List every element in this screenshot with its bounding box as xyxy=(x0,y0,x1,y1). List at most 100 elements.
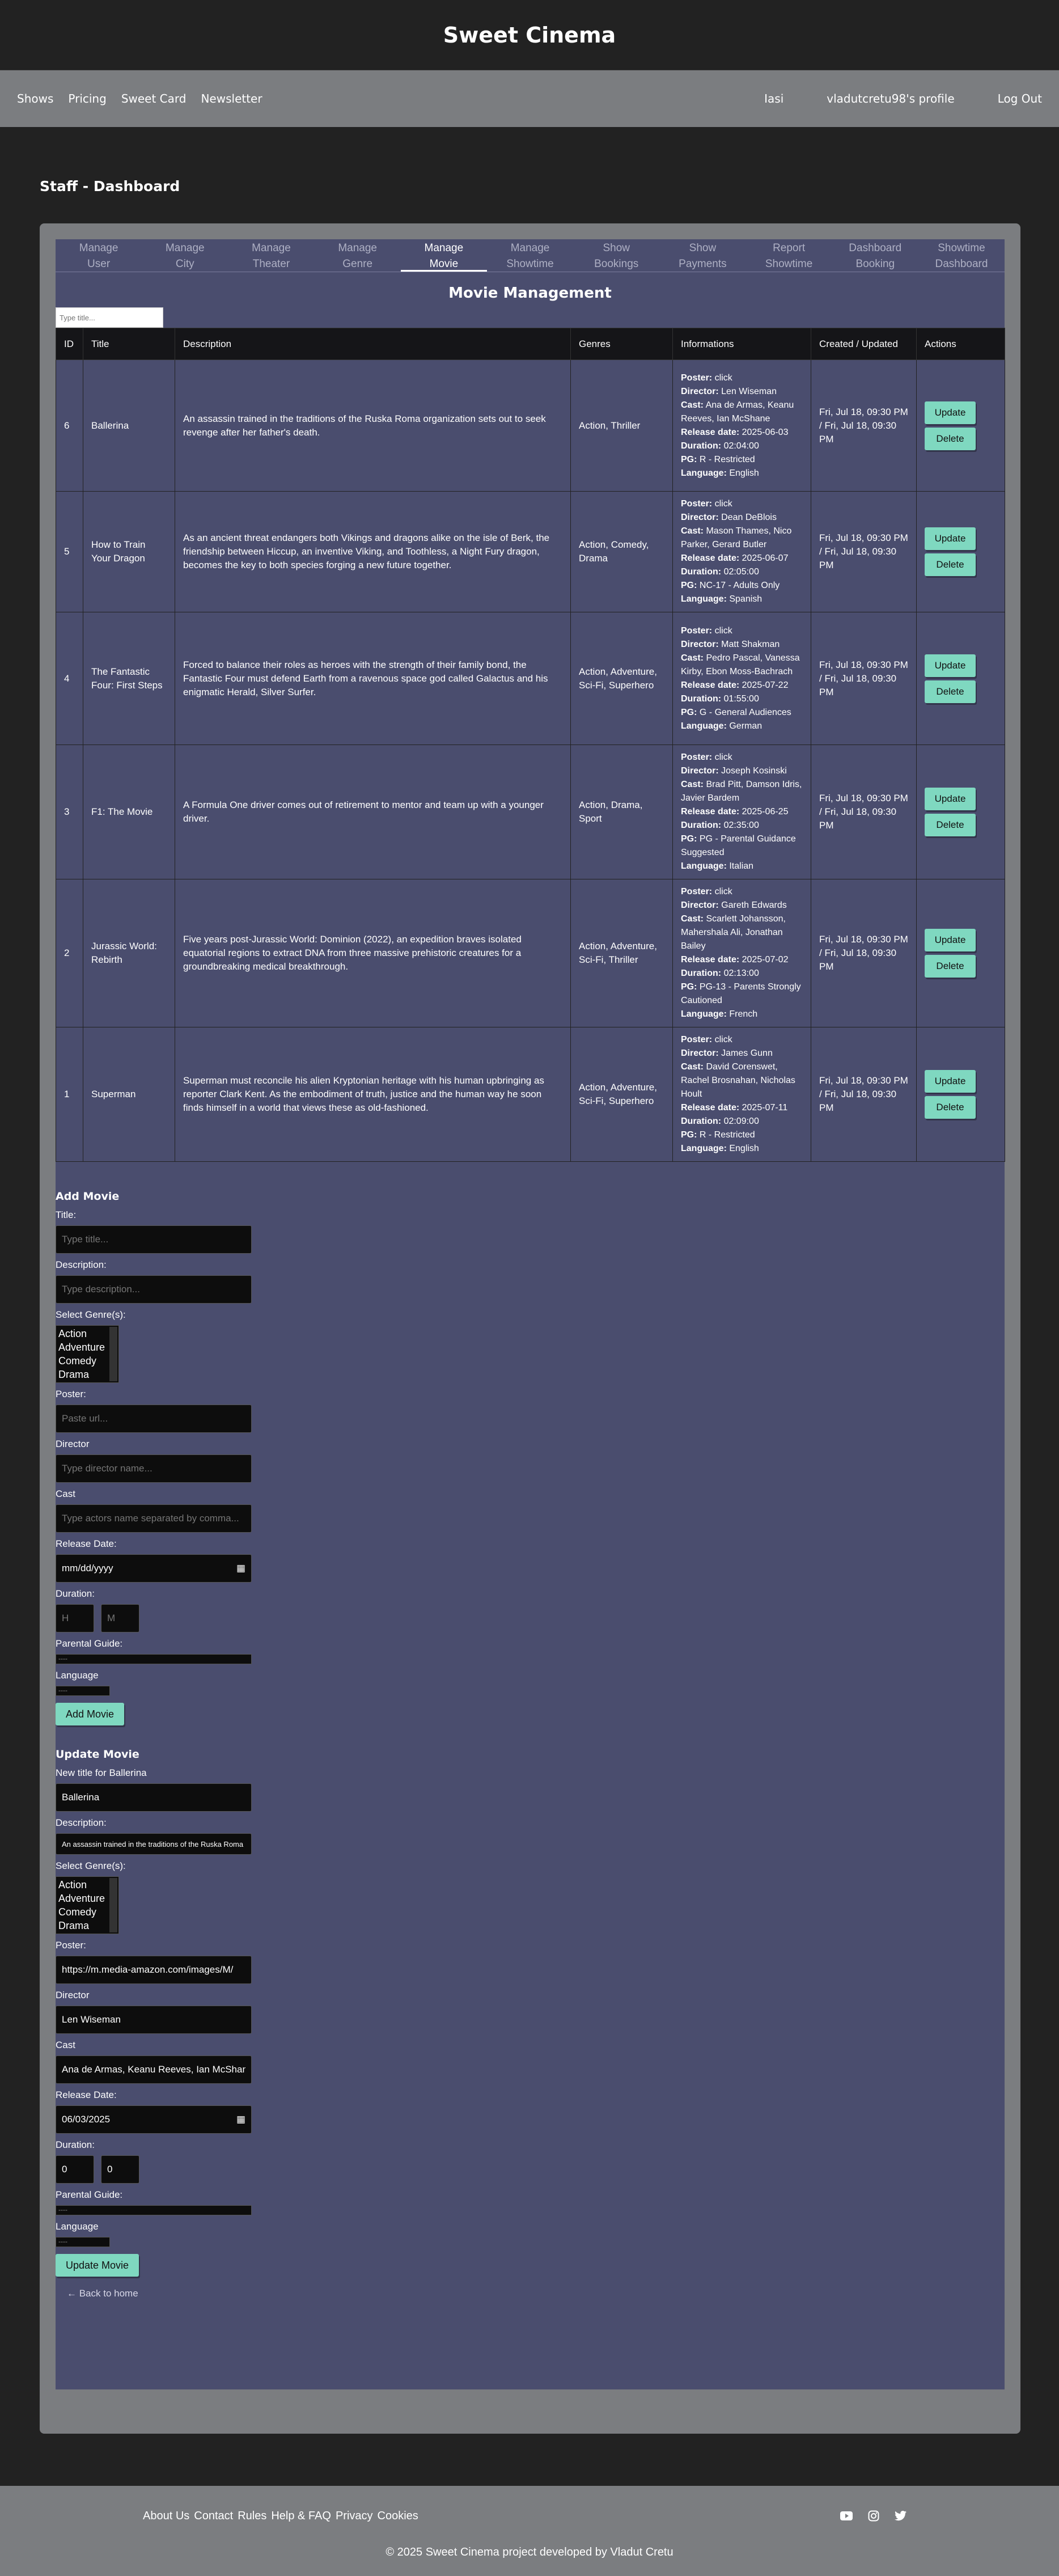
footer-cookies-link[interactable]: Cookies xyxy=(378,2510,418,2523)
genre-option[interactable]: Adventure xyxy=(58,1340,116,1354)
genre-option[interactable]: Adventure xyxy=(58,1892,116,1905)
update-button[interactable]: Update xyxy=(925,929,976,951)
update-button[interactable]: Update xyxy=(925,654,976,677)
footer-privacy-link[interactable]: Privacy xyxy=(336,2510,373,2523)
add-genre-select[interactable]: Action Adventure Comedy Drama xyxy=(56,1325,119,1383)
update-button[interactable]: Update xyxy=(925,527,976,550)
add-movie-button[interactable]: Add Movie xyxy=(56,1703,125,1725)
add-title-input[interactable] xyxy=(56,1225,252,1254)
nav-profile[interactable]: vladutcretu98's profile xyxy=(827,92,954,105)
footer-help-link[interactable]: Help & FAQ xyxy=(271,2510,331,2523)
genre-option[interactable]: Action xyxy=(58,1878,116,1892)
nav-logout[interactable]: Log Out xyxy=(998,92,1042,105)
genre-scrollbar[interactable] xyxy=(109,1878,117,1932)
info-value[interactable]: click xyxy=(715,626,732,636)
genre-option[interactable]: Action xyxy=(58,1327,116,1340)
genre-scrollbar[interactable] xyxy=(109,1327,117,1381)
calendar-icon[interactable]: ▦ xyxy=(236,1563,245,1574)
info-value[interactable]: click xyxy=(715,752,732,762)
delete-button[interactable]: Delete xyxy=(925,955,976,978)
footer-rules-link[interactable]: Rules xyxy=(238,2510,266,2523)
nav-city[interactable]: Iasi xyxy=(764,92,783,105)
release-date-value: 06/03/2025 xyxy=(62,2114,111,2125)
genre-option[interactable]: Drama xyxy=(58,1919,116,1932)
tab-show-payments[interactable]: Show Payments xyxy=(659,239,745,272)
update-button[interactable]: Update xyxy=(925,788,976,810)
info-value[interactable]: click xyxy=(715,1035,732,1044)
tab-show-bookings[interactable]: Show Bookings xyxy=(573,239,659,272)
genre-option[interactable]: Drama xyxy=(58,1368,116,1381)
tab-manage-theater[interactable]: Manage Theater xyxy=(228,239,314,272)
cell-title: F1: The Movie xyxy=(83,745,175,879)
update-release-date-input[interactable]: 06/03/2025 ▦ xyxy=(56,2105,252,2134)
info-value[interactable]: click xyxy=(715,373,732,383)
update-poster-input[interactable] xyxy=(56,1956,252,1984)
info-line-release: Release date: 2025-07-02 xyxy=(681,953,803,967)
delete-button[interactable]: Delete xyxy=(925,680,976,703)
calendar-icon[interactable]: ▦ xyxy=(236,2114,245,2125)
info-value[interactable]: click xyxy=(715,887,732,896)
tab-manage-genre[interactable]: Manage Genre xyxy=(315,239,401,272)
add-cast-input[interactable] xyxy=(56,1504,252,1533)
info-line-duration: Duration: 02:05:00 xyxy=(681,565,803,579)
update-hours-input[interactable] xyxy=(56,2155,94,2184)
delete-button[interactable]: Delete xyxy=(925,814,976,836)
update-title-input[interactable] xyxy=(56,1783,252,1812)
tab-dashboard-booking[interactable]: Dashboard Booking xyxy=(832,239,918,272)
title-filter-input[interactable] xyxy=(56,307,163,328)
tab-manage-user[interactable]: Manage User xyxy=(56,239,142,272)
info-label: Duration: xyxy=(681,441,722,451)
add-director-input[interactable] xyxy=(56,1454,252,1483)
nav-newsletter[interactable]: Newsletter xyxy=(201,92,262,105)
update-cast-input[interactable] xyxy=(56,2055,252,2084)
delete-button[interactable]: Delete xyxy=(925,1096,976,1119)
tab-label-line1: Manage xyxy=(165,242,205,254)
cell-id: 5 xyxy=(56,491,83,612)
nav-pricing[interactable]: Pricing xyxy=(68,92,106,105)
info-line-poster[interactable]: Poster: click xyxy=(681,371,803,385)
update-movie-heading: Update Movie xyxy=(56,1748,139,1761)
add-poster-input[interactable] xyxy=(56,1405,252,1433)
brand-title[interactable]: Sweet Cinema xyxy=(443,23,616,48)
info-line-poster[interactable]: Poster: click xyxy=(681,624,803,638)
info-label: Language: xyxy=(681,1009,727,1019)
tab-manage-movie[interactable]: Manage Movie xyxy=(400,239,487,272)
instagram-icon[interactable] xyxy=(867,2510,880,2522)
tab-showtime-dashboard[interactable]: Showtime Dashboard xyxy=(918,239,1005,272)
update-button[interactable]: Update xyxy=(925,1070,976,1093)
nav-shows[interactable]: Shows xyxy=(17,92,53,105)
genre-option[interactable]: Comedy xyxy=(58,1354,116,1368)
update-minutes-input[interactable] xyxy=(101,2155,139,2184)
tab-manage-showtime[interactable]: Manage Showtime xyxy=(487,239,573,272)
update-director-input[interactable] xyxy=(56,2006,252,2034)
nav-sweet-card[interactable]: Sweet Card xyxy=(121,92,187,105)
tab-report-showtime[interactable]: Report Showtime xyxy=(746,239,832,272)
add-release-date-input[interactable]: mm/dd/yyyy ▦ xyxy=(56,1554,252,1583)
delete-button[interactable]: Delete xyxy=(925,427,976,450)
update-language-select[interactable]: ---- xyxy=(56,2237,110,2247)
youtube-icon[interactable] xyxy=(840,2510,853,2522)
update-description-input[interactable] xyxy=(56,1833,252,1855)
info-line-poster[interactable]: Poster: click xyxy=(681,497,803,511)
add-language-select[interactable]: ---- xyxy=(56,1686,110,1696)
info-line-poster[interactable]: Poster: click xyxy=(681,885,803,899)
genre-option[interactable]: Comedy xyxy=(58,1905,116,1919)
add-description-input[interactable] xyxy=(56,1275,252,1304)
add-pg-select[interactable]: ---- xyxy=(56,1654,252,1664)
update-genre-select[interactable]: Action Adventure Comedy Drama xyxy=(56,1876,119,1934)
tab-manage-city[interactable]: Manage City xyxy=(142,239,228,272)
delete-button[interactable]: Delete xyxy=(925,553,976,576)
back-to-home-link[interactable]: ← Back to home xyxy=(67,2288,1005,2299)
footer-contact-link[interactable]: Contact xyxy=(194,2510,233,2523)
twitter-icon[interactable] xyxy=(895,2510,907,2522)
update-pg-select[interactable]: ---- xyxy=(56,2205,252,2215)
info-line-poster[interactable]: Poster: click xyxy=(681,1033,803,1047)
info-value[interactable]: click xyxy=(715,499,732,509)
add-minutes-input[interactable] xyxy=(101,1604,139,1632)
update-button[interactable]: Update xyxy=(925,401,976,424)
update-movie-button[interactable]: Update Movie xyxy=(56,2254,139,2277)
add-hours-input[interactable] xyxy=(56,1604,94,1632)
info-line-poster[interactable]: Poster: click xyxy=(681,751,803,764)
info-line-director: Director: Matt Shakman xyxy=(681,638,803,652)
footer-about-link[interactable]: About Us xyxy=(143,2510,189,2523)
